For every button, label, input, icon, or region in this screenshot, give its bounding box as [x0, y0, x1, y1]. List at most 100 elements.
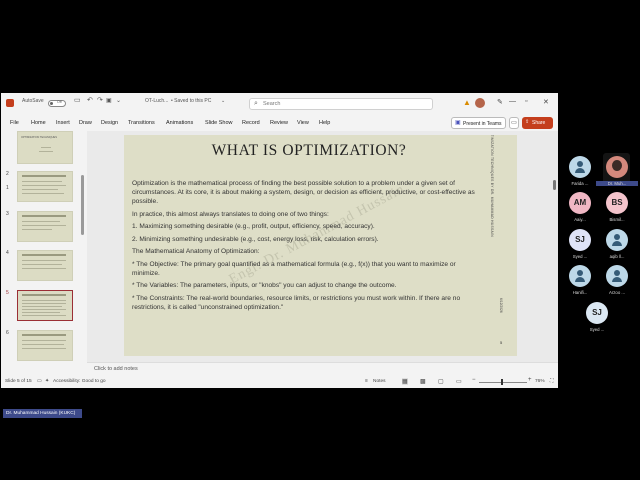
tab-draw[interactable]: Draw: [79, 120, 92, 126]
tab-view[interactable]: View: [297, 120, 309, 126]
search-icon: ⌕: [254, 100, 258, 107]
notes-button[interactable]: Notes: [373, 379, 386, 384]
avatar: BS: [606, 192, 628, 214]
slide-thumbnails-pane: OPTIMIZATION TECHNIQUES 2 3 4 5 6: [1, 131, 87, 374]
accessibility-icon[interactable]: ✦: [45, 378, 49, 384]
participant-name: Syed ...: [589, 327, 605, 332]
paragraph: 1. Maximizing something desirable (e.g.,…: [132, 223, 375, 231]
tab-transitions[interactable]: Transitions: [128, 120, 155, 126]
slideshow-view-icon[interactable]: ▭: [456, 378, 462, 385]
avatar: [606, 156, 628, 178]
title-bar: AutoSave Off ▭ ↶ ↷ ▣ ⌄ OT-Luch... • Save…: [1, 93, 558, 115]
slide-thumbnail-3[interactable]: [17, 211, 73, 242]
tab-home[interactable]: Home: [31, 120, 46, 126]
teams-icon: ▣: [455, 120, 461, 126]
accessibility-status[interactable]: Accessibility: Good to go: [53, 379, 106, 384]
slide-thumbnail-5[interactable]: [17, 290, 73, 321]
participant-name: Hanifi...: [572, 290, 588, 295]
paragraph: Optimization is the mathematical process…: [132, 180, 475, 206]
maximize-icon[interactable]: ▫: [525, 98, 527, 105]
paragraph: The Mathematical Anatomy of Optimization…: [132, 248, 260, 256]
powerpoint-icon: [6, 99, 14, 107]
share-button[interactable]: ⇪ Share: [522, 117, 553, 129]
notes-icon[interactable]: ≡: [365, 378, 368, 384]
save-status: • Saved to this PC: [171, 98, 212, 104]
slide-thumbnail-6[interactable]: [17, 330, 73, 361]
present-in-teams-button[interactable]: ▣ Present in Teams: [451, 117, 506, 129]
warning-icon[interactable]: ▲: [463, 98, 471, 107]
zoom-slider[interactable]: [479, 382, 527, 383]
slide-number-1: 1: [6, 185, 9, 191]
avatar: [606, 265, 628, 287]
redo-icon[interactable]: ↷: [97, 96, 103, 104]
present-teams-label: Present in Teams: [463, 121, 502, 127]
avatar: SJ: [586, 302, 608, 324]
paragraph: * The Objective: The primary goal quanti…: [132, 260, 456, 277]
search-input[interactable]: ⌕ Search: [249, 98, 433, 110]
slide-date: 6/12/2026: [499, 298, 503, 313]
minimize-icon[interactable]: —: [509, 98, 516, 105]
comment-icon: ▭: [511, 120, 517, 126]
zoom-level[interactable]: 76%: [535, 379, 545, 384]
reading-view-icon[interactable]: ▢: [438, 378, 444, 385]
participant-tile[interactable]: BS Bismil...: [596, 192, 638, 222]
tab-file[interactable]: File: [10, 120, 19, 126]
search-placeholder: Search: [263, 101, 281, 107]
paragraph: 2. Minimizing something undesirable (e.g…: [132, 235, 379, 243]
tab-help[interactable]: Help: [319, 120, 330, 126]
zoom-in-icon[interactable]: +: [528, 377, 532, 383]
tab-design[interactable]: Design: [101, 120, 118, 126]
participant-tile[interactable]: Hanifi...: [559, 265, 601, 295]
tab-slide-show[interactable]: Slide Show: [205, 120, 233, 126]
participant-tile[interactable]: Arzoo ...: [596, 265, 638, 295]
participant-tile[interactable]: AM Aaiy...: [559, 192, 601, 222]
notes-placeholder: Click to add notes: [94, 366, 138, 372]
paragraph: In practice, this almost always translat…: [132, 210, 329, 218]
tab-record[interactable]: Record: [242, 120, 260, 126]
autosave-label: AutoSave: [22, 98, 44, 104]
participant-tile[interactable]: aqib ll...: [596, 229, 638, 259]
slide-body[interactable]: Optimization is the mathematical process…: [132, 179, 484, 315]
undo-icon[interactable]: ↶: [87, 96, 93, 104]
slide-sorter-icon[interactable]: ▩: [420, 378, 426, 385]
paragraph: * The Constraints: The real-world bounda…: [132, 294, 461, 311]
customize-toolbar-icon[interactable]: ⌄: [116, 97, 121, 104]
slide-thumbnail-4[interactable]: [17, 250, 73, 281]
slide[interactable]: Engr. Dr. Muhammad Hussain WHAT IS OPTIM…: [124, 135, 517, 356]
slide-thumbnail-2[interactable]: [17, 171, 73, 202]
comments-button[interactable]: ▭: [509, 117, 519, 129]
account-avatar[interactable]: [475, 98, 485, 108]
participant-tile[interactable]: Farida ...: [559, 156, 601, 186]
zoom-out-icon[interactable]: −: [472, 377, 476, 383]
slide-number-2: 2: [6, 171, 9, 177]
notes-pane[interactable]: Click to add notes: [87, 362, 558, 374]
tab-animations[interactable]: Animations: [166, 120, 193, 126]
language-icon[interactable]: ▭: [37, 378, 42, 384]
pen-icon[interactable]: ✎: [497, 98, 503, 106]
close-icon[interactable]: ✕: [543, 98, 549, 106]
participant-name: Farida ...: [571, 181, 589, 186]
screen: AutoSave Off ▭ ↶ ↷ ▣ ⌄ OT-Luch... • Save…: [0, 0, 640, 480]
participant-tile[interactable]: SJ Syed ...: [559, 229, 601, 259]
present-icon[interactable]: ▣: [106, 97, 112, 104]
fit-to-window-icon[interactable]: ⛶: [550, 378, 554, 384]
thumbnails-scrollbar[interactable]: [81, 175, 84, 235]
save-icon[interactable]: ▭: [74, 96, 81, 104]
participant-tile[interactable]: SJ Syed ...: [576, 302, 618, 332]
participant-name: Arzoo ...: [608, 290, 625, 295]
tab-insert[interactable]: Insert: [56, 120, 70, 126]
slide-scrollbar[interactable]: [553, 180, 556, 190]
avatar: [569, 156, 591, 178]
avatar: SJ: [569, 229, 591, 251]
chevron-down-icon[interactable]: ⌄: [221, 98, 225, 104]
normal-view-icon[interactable]: ▦: [402, 378, 408, 385]
zoom-slider-thumb[interactable]: [501, 379, 503, 385]
tab-review[interactable]: Review: [270, 120, 288, 126]
slide-title[interactable]: WHAT IS OPTIMIZATION?: [124, 142, 494, 160]
share-icon: ⇪: [525, 119, 530, 125]
slide-thumbnail-1[interactable]: OPTIMIZATION TECHNIQUES: [17, 131, 73, 164]
status-bar: Slide 5 of 15 ▭ ✦ Accessibility: Good to…: [1, 376, 558, 388]
avatar: [606, 229, 628, 251]
document-name[interactable]: OT-Luch...: [145, 98, 168, 104]
participant-tile[interactable]: Dr. Muh...: [596, 156, 638, 186]
